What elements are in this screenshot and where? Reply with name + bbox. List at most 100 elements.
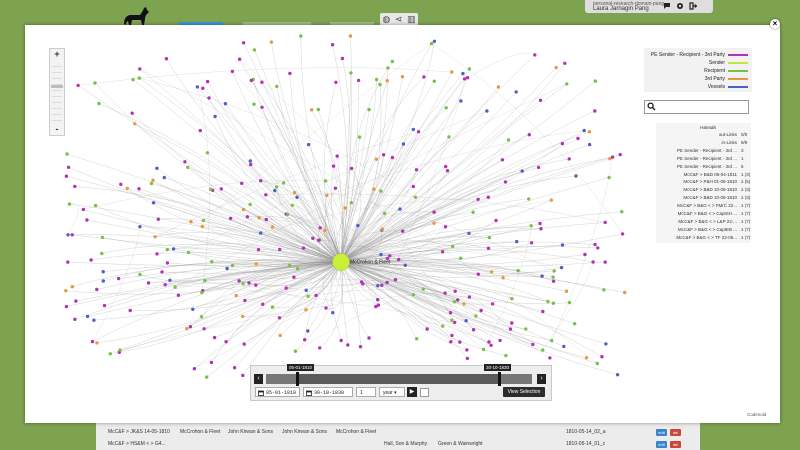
graph-node[interactable] [232, 366, 237, 370]
graph-node[interactable] [252, 48, 257, 52]
graph-node[interactable] [356, 223, 360, 228]
graph-node[interactable] [432, 39, 437, 43]
graph-node[interactable] [209, 187, 213, 191]
graph-node[interactable] [64, 174, 69, 178]
graph-node[interactable] [66, 233, 70, 237]
graph-node[interactable] [398, 207, 402, 211]
graph-node[interactable] [73, 184, 77, 189]
graph-node[interactable] [324, 306, 328, 310]
graph-node[interactable] [260, 105, 264, 110]
graph-node[interactable] [290, 203, 294, 207]
graph-node[interactable] [444, 164, 448, 169]
graph-node[interactable] [66, 165, 71, 169]
graph-node[interactable] [237, 279, 241, 283]
graph-node[interactable] [264, 217, 268, 222]
graph-node[interactable] [385, 280, 389, 285]
graph-node[interactable] [101, 279, 106, 283]
graph-node[interactable] [282, 181, 286, 185]
graph-node[interactable] [552, 269, 556, 273]
graph-node[interactable] [260, 80, 264, 84]
graph-node[interactable] [224, 340, 228, 344]
graph-node[interactable] [335, 154, 339, 158]
graph-node[interactable] [607, 175, 611, 180]
graph-node[interactable] [449, 340, 453, 344]
graph-node[interactable] [367, 336, 371, 340]
graph-node[interactable] [212, 335, 217, 340]
table-row[interactable]: McC&F > HS&M < > G4... Hall, Son & Murph… [100, 438, 696, 450]
graph-node[interactable] [74, 299, 78, 303]
graph-node[interactable] [574, 174, 578, 178]
graph-node[interactable] [306, 294, 310, 298]
graph-node[interactable] [65, 152, 69, 156]
graph-node[interactable] [357, 135, 362, 139]
node-search-input[interactable] [644, 100, 749, 114]
zoom-track[interactable] [52, 61, 62, 123]
graph-node[interactable] [70, 233, 74, 237]
graph-node[interactable] [388, 254, 392, 258]
graph-node[interactable] [155, 166, 159, 170]
info-row[interactable]: McC&F > B&G < > CaptEB ... 1 (7) [656, 227, 751, 235]
graph-node[interactable] [462, 77, 467, 81]
graph-node[interactable] [284, 286, 288, 290]
graph-node[interactable] [600, 355, 604, 359]
graph-node[interactable] [241, 373, 245, 378]
graph-node[interactable] [293, 349, 298, 353]
graph-node[interactable] [550, 338, 554, 343]
graph-node[interactable] [85, 314, 90, 319]
graph-node[interactable] [432, 210, 436, 214]
graph-node[interactable] [618, 152, 622, 157]
graph-node[interactable] [494, 218, 498, 223]
graph-node[interactable] [333, 186, 338, 190]
graph-node[interactable] [564, 289, 569, 293]
graph-node[interactable] [165, 247, 169, 252]
graph-node[interactable] [416, 130, 421, 134]
graph-node[interactable] [191, 307, 195, 311]
graph-node[interactable] [450, 333, 454, 338]
timeline-checkbox[interactable] [420, 388, 429, 397]
graph-node[interactable] [451, 244, 455, 249]
graph-node[interactable] [448, 311, 453, 315]
graph-node[interactable] [551, 279, 556, 283]
graph-node[interactable] [133, 122, 137, 126]
graph-node[interactable] [292, 275, 296, 279]
graph-node[interactable] [314, 293, 318, 298]
graph-node[interactable] [243, 298, 247, 303]
graph-node[interactable] [380, 227, 385, 231]
graph-node[interactable] [331, 311, 335, 315]
graph-node[interactable] [277, 316, 282, 320]
graph-node[interactable] [471, 328, 476, 332]
graph-node[interactable] [346, 343, 350, 347]
graph-node[interactable] [205, 151, 210, 155]
timeline-prev-button[interactable]: ‹ [254, 374, 263, 384]
graph-node[interactable] [459, 99, 463, 103]
graph-node[interactable] [486, 246, 491, 250]
info-row[interactable]: McC&F > B&G < > FMrC 22... 1 (7) [656, 203, 751, 211]
graph-node[interactable] [390, 155, 395, 160]
graph-node[interactable] [467, 67, 472, 71]
graph-node[interactable] [551, 275, 555, 279]
graph-node[interactable] [465, 356, 470, 361]
graph-node[interactable] [432, 79, 436, 83]
graph-node[interactable] [90, 339, 95, 344]
graph-node[interactable] [620, 232, 625, 236]
view-selection-button[interactable]: View Selection [503, 387, 545, 397]
graph-node[interactable] [102, 303, 107, 308]
graph-node[interactable] [453, 289, 457, 293]
graph-node[interactable] [189, 220, 193, 224]
graph-node[interactable] [595, 361, 599, 366]
graph-node[interactable] [261, 302, 265, 306]
graph-node[interactable] [560, 141, 565, 146]
delete-button[interactable]: del [670, 441, 681, 448]
graph-node[interactable] [508, 327, 513, 331]
timeline-selection[interactable] [297, 374, 500, 384]
credit-text[interactable]: Codenoid [747, 412, 766, 417]
graph-node[interactable] [241, 314, 245, 319]
info-row[interactable]: PE Sender - Recipient - 3rd ... 5 [656, 164, 751, 172]
graph-node[interactable] [306, 142, 311, 147]
graph-node[interactable] [529, 224, 533, 228]
graph-node[interactable] [411, 127, 415, 132]
graph-node[interactable] [209, 360, 214, 365]
graph-node[interactable] [137, 76, 141, 80]
graph-node[interactable] [481, 347, 486, 352]
graph-node[interactable] [413, 195, 418, 199]
